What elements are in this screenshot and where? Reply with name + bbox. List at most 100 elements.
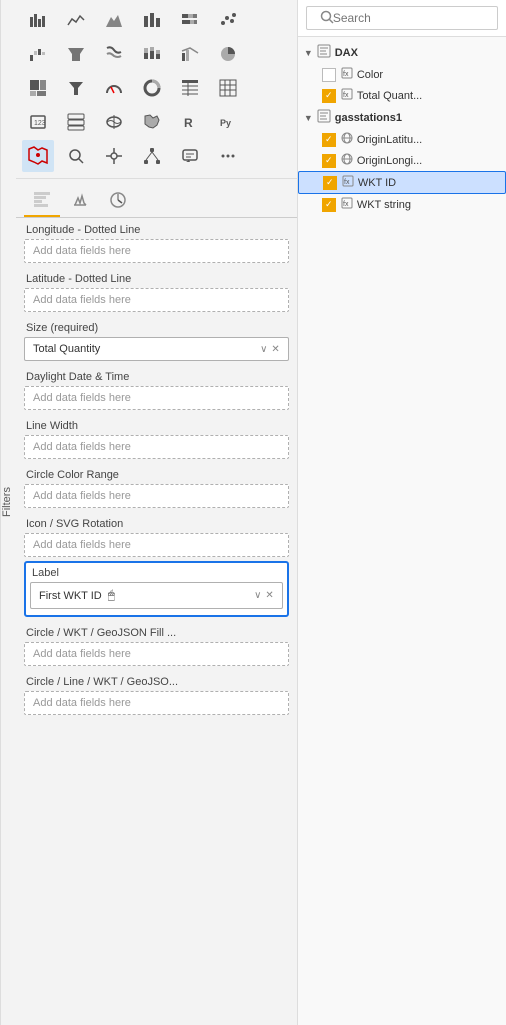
smart-narrative-icon[interactable] — [174, 140, 206, 172]
field-section-daylight: Daylight Date & Time Add data fields her… — [24, 365, 289, 414]
field-section-label-highlighted: Label First WKT ID 🖱 ∨ ✕ — [24, 561, 289, 617]
tree-item-total-quant[interactable]: ✓ fx Total Quant... — [298, 85, 506, 106]
wkt-string-check[interactable]: ✓ — [322, 198, 336, 212]
circle-wkt-label: Circle / WKT / GeoJSON Fill ... — [24, 627, 289, 639]
divider-1 — [16, 178, 297, 179]
label-chevron-icon[interactable]: ∨ — [254, 590, 261, 601]
search-icon[interactable] — [60, 140, 92, 172]
total-quant-label: Total Quant... — [357, 90, 422, 102]
gasstations-arrow: ▼ — [304, 113, 313, 123]
matrix-icon[interactable] — [212, 72, 244, 104]
label-field-label: Label — [30, 567, 283, 579]
tab-fields[interactable] — [24, 185, 60, 217]
circle-line-wkt-drop-zone[interactable]: Add data fields here — [24, 691, 289, 715]
filled-map-icon[interactable] — [136, 106, 168, 138]
origin-long-globe-icon — [341, 153, 353, 168]
key-influencers-icon[interactable] — [98, 140, 130, 172]
daylight-drop-zone[interactable]: Add data fields here — [24, 386, 289, 410]
latitude-dotted-label: Latitude - Dotted Line — [24, 273, 289, 285]
field-section-size: Size (required) Total Quantity ∨ ✕ — [24, 316, 289, 365]
line-cluster-icon[interactable] — [174, 38, 206, 70]
field-section-circle-color: Circle Color Range Add data fields here — [24, 463, 289, 512]
svg-text:Py: Py — [220, 118, 231, 128]
scatter-chart-icon[interactable] — [212, 4, 244, 36]
wkt-id-calc-icon: fx — [342, 175, 354, 190]
tree-group-dax[interactable]: ▼ DAX — [298, 41, 506, 64]
linewidth-drop-zone[interactable]: Add data fields here — [24, 435, 289, 459]
custom-map-icon[interactable] — [22, 140, 54, 172]
tab-analytics[interactable] — [100, 185, 136, 217]
mountain-chart-icon[interactable] — [98, 4, 130, 36]
total-quant-check[interactable]: ✓ — [322, 89, 336, 103]
label-value-text: First WKT ID — [39, 590, 102, 602]
column-chart-icon[interactable] — [136, 4, 168, 36]
filter-icon[interactable] — [60, 72, 92, 104]
tree-item-wkt-id[interactable]: ✓ fx WKT ID — [298, 171, 506, 194]
decomp-tree-icon[interactable] — [136, 140, 168, 172]
svg-text:fx: fx — [344, 179, 350, 186]
waterfall-icon[interactable] — [22, 38, 54, 70]
funnel-icon[interactable] — [60, 38, 92, 70]
gauge-icon[interactable] — [98, 72, 130, 104]
stacked-col-icon[interactable] — [136, 38, 168, 70]
linewidth-label: Line Width — [24, 420, 289, 432]
tree-item-origin-long[interactable]: ✓ OriginLongi... — [298, 150, 506, 171]
svg-text:R: R — [184, 116, 193, 130]
tree-item-wkt-string[interactable]: ✓ fx WKT string — [298, 194, 506, 215]
treemap-icon[interactable] — [22, 72, 54, 104]
circle-color-drop-zone[interactable]: Add data fields here — [24, 484, 289, 508]
longitude-dotted-label: Longitude - Dotted Line — [24, 224, 289, 236]
search-bar — [298, 0, 506, 37]
more-visuals-icon[interactable] — [212, 140, 244, 172]
total-quant-calc-icon: fx — [341, 88, 353, 103]
tree-item-origin-lat[interactable]: ✓ OriginLatitu... — [298, 129, 506, 150]
multirow-card-icon[interactable] — [60, 106, 92, 138]
size-value-text: Total Quantity — [33, 343, 100, 355]
wkt-string-calc-icon: fx — [341, 197, 353, 212]
origin-long-check[interactable]: ✓ — [322, 154, 336, 168]
dax-group-icon — [317, 44, 331, 61]
size-filled[interactable]: Total Quantity ∨ ✕ — [24, 337, 289, 361]
stacked-bar-icon[interactable] — [174, 4, 206, 36]
field-section-linewidth: Line Width Add data fields here — [24, 414, 289, 463]
tree-section: ▼ DAX fx Color ✓ fx Total Quant... ▼ — [298, 37, 506, 1025]
left-panel: 123 R Py — [16, 0, 297, 1025]
latitude-drop-zone[interactable]: Add data fields here — [24, 288, 289, 312]
icon-svg-drop-zone[interactable]: Add data fields here — [24, 533, 289, 557]
tree-group-gasstations[interactable]: ▼ gasstations1 — [298, 106, 506, 129]
table-icon[interactable] — [174, 72, 206, 104]
size-close-icon[interactable]: ✕ — [271, 344, 279, 355]
map-icon[interactable] — [98, 106, 130, 138]
wkt-string-label: WKT string — [357, 199, 411, 211]
circle-wkt-drop-zone[interactable]: Add data fields here — [24, 642, 289, 666]
color-calc-icon: fx — [341, 67, 353, 82]
field-section-icon-svg: Icon / SVG Rotation Add data fields here — [24, 512, 289, 561]
search-input[interactable] — [306, 6, 498, 30]
r-visual-icon[interactable]: R — [174, 106, 206, 138]
cursor-icon: 🖱 — [108, 588, 115, 603]
size-label: Size (required) — [24, 322, 289, 334]
card-icon[interactable]: 123 — [22, 106, 54, 138]
size-chevron-icon[interactable]: ∨ — [260, 344, 267, 355]
dax-arrow: ▼ — [304, 48, 313, 58]
donut-chart-icon[interactable] — [136, 72, 168, 104]
line-chart-icon[interactable] — [60, 4, 92, 36]
bar-chart-icon[interactable] — [22, 4, 54, 36]
tab-format[interactable] — [62, 185, 98, 217]
wkt-id-label: WKT ID — [358, 177, 396, 189]
origin-lat-check[interactable]: ✓ — [322, 133, 336, 147]
label-filled[interactable]: First WKT ID 🖱 ∨ ✕ — [30, 582, 283, 609]
python-icon[interactable]: Py — [212, 106, 244, 138]
label-close-icon[interactable]: ✕ — [265, 590, 273, 601]
viz-icons-grid: 123 R Py — [16, 0, 297, 176]
longitude-drop-zone[interactable]: Add data fields here — [24, 239, 289, 263]
tree-item-color[interactable]: fx Color — [298, 64, 506, 85]
color-check[interactable] — [322, 68, 336, 82]
origin-long-label: OriginLongi... — [357, 155, 422, 167]
color-label: Color — [357, 69, 383, 81]
origin-lat-label: OriginLatitu... — [357, 134, 422, 146]
dax-group-label: DAX — [335, 47, 358, 59]
pie-chart-icon[interactable] — [212, 38, 244, 70]
wkt-id-check[interactable]: ✓ — [323, 176, 337, 190]
ribbon-icon[interactable] — [98, 38, 130, 70]
